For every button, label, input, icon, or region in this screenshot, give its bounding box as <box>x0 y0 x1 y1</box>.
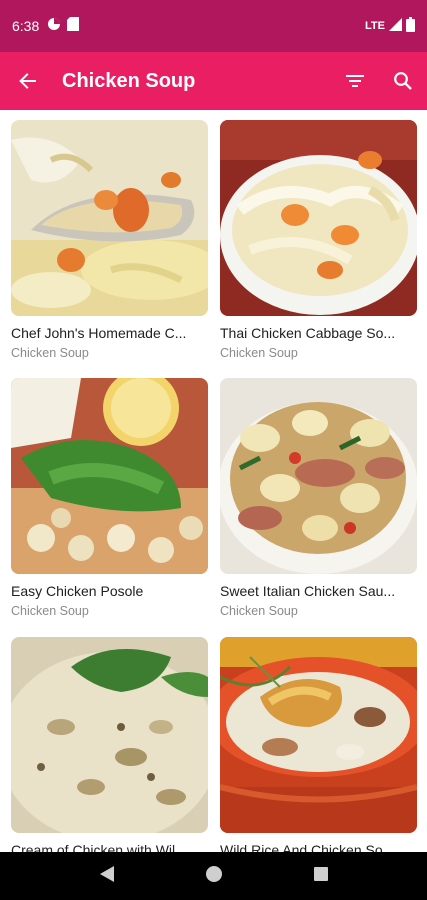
home-nav-button[interactable] <box>205 865 223 888</box>
recipe-card[interactable]: Thai Chicken Cabbage So... Chicken Soup <box>220 120 417 360</box>
recipe-category: Chicken Soup <box>220 346 298 360</box>
app-bar: Chicken Soup <box>0 52 427 110</box>
recipe-category: Chicken Soup <box>220 604 298 618</box>
recipe-name: Wild Rice And Chicken So... <box>220 842 395 852</box>
filter-button[interactable] <box>331 52 379 110</box>
triangle-back-icon <box>99 865 114 882</box>
data-saver-icon <box>47 17 61 36</box>
recipe-card[interactable]: Wild Rice And Chicken So... <box>220 637 417 852</box>
recipe-image <box>11 120 208 316</box>
recipe-image <box>11 378 208 574</box>
back-nav-button[interactable] <box>99 865 115 888</box>
recipe-image <box>220 378 417 574</box>
recipe-name: Cream of Chicken with Wil... <box>11 842 187 852</box>
filter-icon <box>346 75 364 87</box>
sd-card-icon <box>67 16 80 36</box>
circle-home-icon <box>205 865 222 882</box>
battery-icon <box>406 17 415 35</box>
square-recents-icon <box>313 866 328 881</box>
recipe-image <box>220 120 417 316</box>
recipe-card[interactable]: Cream of Chicken with Wil... <box>11 637 208 852</box>
recipe-card[interactable]: Easy Chicken Posole Chicken Soup <box>11 378 208 618</box>
page-title: Chicken Soup <box>62 69 196 92</box>
recipe-name: Easy Chicken Posole <box>11 583 144 599</box>
recipe-image <box>11 637 208 833</box>
back-button[interactable] <box>0 52 56 110</box>
recipe-image <box>220 637 417 833</box>
search-button[interactable] <box>379 52 427 110</box>
arrow-back-icon <box>19 73 36 89</box>
recipe-card[interactable]: Chef John's Homemade C... Chicken Soup <box>11 120 208 360</box>
recipe-card[interactable]: Sweet Italian Chicken Sau... Chicken Sou… <box>220 378 417 618</box>
status-time: 6:38 <box>12 18 40 34</box>
search-icon <box>394 72 412 90</box>
recipe-grid: Chef John's Homemade C... Chicken Soup T… <box>0 110 427 852</box>
recents-nav-button[interactable] <box>313 866 329 887</box>
status-bar: 6:38 LTE <box>0 0 427 52</box>
recipe-category: Chicken Soup <box>11 346 89 360</box>
recipe-category: Chicken Soup <box>11 604 89 618</box>
recipe-name: Sweet Italian Chicken Sau... <box>220 583 396 599</box>
system-nav-bar <box>0 852 427 900</box>
recipe-name: Chef John's Homemade C... <box>11 325 187 341</box>
signal-icon <box>389 18 402 34</box>
network-type: LTE <box>365 20 385 32</box>
recipe-name: Thai Chicken Cabbage So... <box>220 325 396 341</box>
